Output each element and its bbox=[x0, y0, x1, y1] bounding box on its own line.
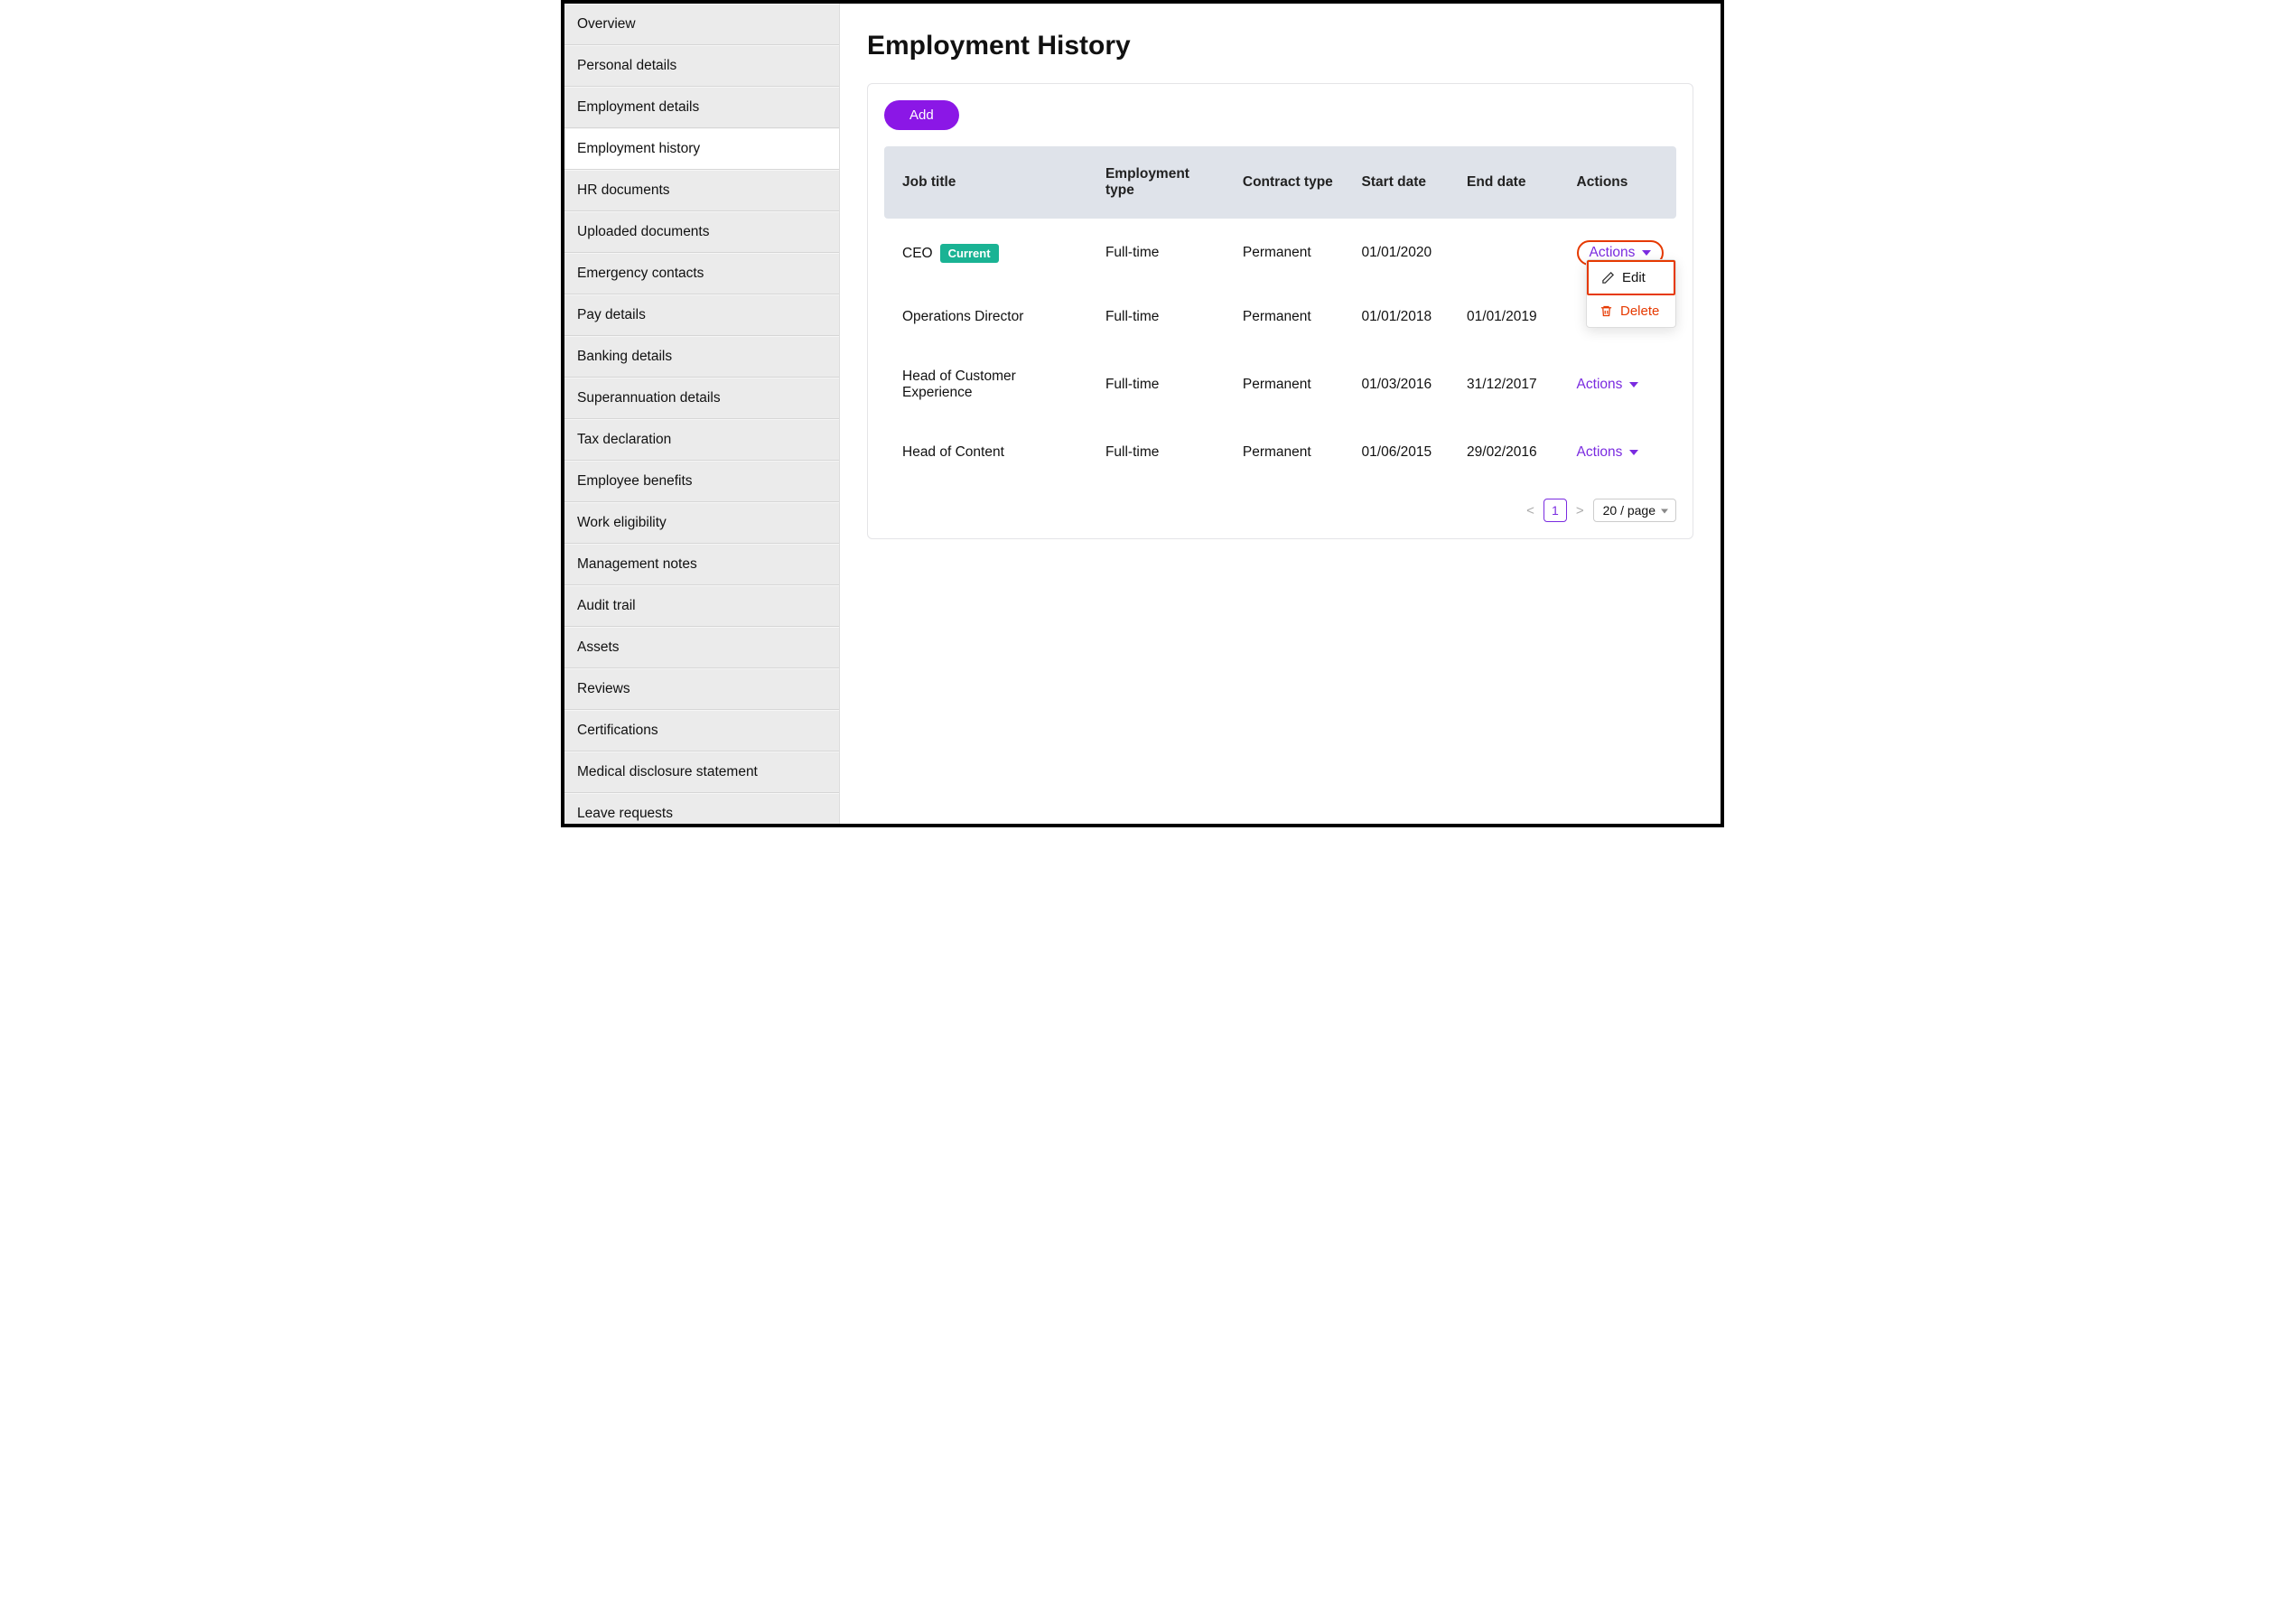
sidebar-item-employment-details[interactable]: Employment details bbox=[564, 87, 839, 128]
pagination: < 1 > 20 / page bbox=[884, 499, 1676, 522]
cell-end-date bbox=[1456, 219, 1566, 287]
cell-contract-type: Permanent bbox=[1232, 287, 1351, 347]
sidebar-item-pay-details[interactable]: Pay details bbox=[564, 294, 839, 336]
pencil-icon bbox=[1601, 271, 1615, 285]
cell-end-date: 31/12/2017 bbox=[1456, 347, 1566, 423]
cell-start-date: 01/06/2015 bbox=[1351, 423, 1456, 482]
cell-start-date: 01/01/2020 bbox=[1351, 219, 1456, 287]
dropdown-delete[interactable]: Delete bbox=[1587, 295, 1675, 327]
cell-actions: Actions bbox=[1566, 347, 1676, 423]
pagination-page-size[interactable]: 20 / page bbox=[1593, 499, 1676, 522]
caret-down-icon bbox=[1629, 382, 1638, 387]
sidebar-item-management-notes[interactable]: Management notes bbox=[564, 544, 839, 585]
cell-end-date: 29/02/2016 bbox=[1456, 423, 1566, 482]
col-actions: Actions bbox=[1566, 146, 1676, 219]
table-row: Operations DirectorFull-timePermanent01/… bbox=[884, 287, 1676, 347]
sidebar-item-employment-history[interactable]: Employment history bbox=[564, 128, 839, 170]
dropdown-edit-label: Edit bbox=[1622, 270, 1646, 285]
main-content: Employment History Add Job title Employm… bbox=[840, 4, 1721, 824]
col-start-date: Start date bbox=[1351, 146, 1456, 219]
sidebar-item-personal-details[interactable]: Personal details bbox=[564, 45, 839, 87]
col-end-date: End date bbox=[1456, 146, 1566, 219]
sidebar-item-emergency-contacts[interactable]: Emergency contacts bbox=[564, 253, 839, 294]
sidebar-item-uploaded-documents[interactable]: Uploaded documents bbox=[564, 211, 839, 253]
job-title-text: Head of Customer Experience bbox=[902, 369, 1016, 400]
table-row: Head of Content Full-timePermanent01/06/2… bbox=[884, 423, 1676, 482]
cell-start-date: 01/03/2016 bbox=[1351, 347, 1456, 423]
cell-employment-type: Full-time bbox=[1095, 423, 1232, 482]
actions-trigger[interactable]: Actions bbox=[1577, 444, 1639, 461]
cell-job-title: CEO Current bbox=[884, 219, 1095, 287]
trash-icon bbox=[1600, 304, 1613, 318]
history-card: Add Job title Employment type Contract t… bbox=[867, 83, 1693, 539]
actions-dropdown: Edit Delete bbox=[1586, 259, 1676, 328]
cell-actions: Actions bbox=[1566, 423, 1676, 482]
sidebar-item-reviews[interactable]: Reviews bbox=[564, 668, 839, 710]
job-title-text: Head of Content bbox=[902, 444, 1004, 460]
actions-label: Actions bbox=[1577, 444, 1623, 461]
sidebar-item-superannuation-details[interactable]: Superannuation details bbox=[564, 378, 839, 419]
pagination-next[interactable]: > bbox=[1576, 503, 1584, 518]
cell-job-title: Head of Customer Experience bbox=[884, 347, 1095, 423]
cell-contract-type: Permanent bbox=[1232, 219, 1351, 287]
cell-job-title: Operations Director bbox=[884, 287, 1095, 347]
sidebar-item-overview[interactable]: Overview bbox=[564, 4, 839, 45]
sidebar-item-tax-declaration[interactable]: Tax declaration bbox=[564, 419, 839, 461]
cell-end-date: 01/01/2019 bbox=[1456, 287, 1566, 347]
cell-job-title: Head of Content bbox=[884, 423, 1095, 482]
job-title-text: CEO bbox=[902, 246, 933, 261]
sidebar-item-leave-requests[interactable]: Leave requests bbox=[564, 793, 839, 824]
col-contract-type: Contract type bbox=[1232, 146, 1351, 219]
sidebar-item-certifications[interactable]: Certifications bbox=[564, 710, 839, 751]
sidebar: OverviewPersonal detailsEmployment detai… bbox=[564, 4, 840, 824]
col-job-title: Job title bbox=[884, 146, 1095, 219]
employment-table: Job title Employment type Contract type … bbox=[884, 146, 1676, 482]
pagination-page-1[interactable]: 1 bbox=[1544, 499, 1567, 522]
current-badge: Current bbox=[940, 244, 999, 263]
sidebar-item-work-eligibility[interactable]: Work eligibility bbox=[564, 502, 839, 544]
page-title: Employment History bbox=[867, 31, 1693, 61]
dropdown-delete-label: Delete bbox=[1620, 303, 1659, 319]
cell-start-date: 01/01/2018 bbox=[1351, 287, 1456, 347]
actions-trigger[interactable]: Actions bbox=[1577, 377, 1639, 393]
col-employment-type: Employment type bbox=[1095, 146, 1232, 219]
actions-label: Actions bbox=[1577, 377, 1623, 393]
cell-contract-type: Permanent bbox=[1232, 347, 1351, 423]
pagination-prev[interactable]: < bbox=[1526, 503, 1534, 518]
sidebar-item-audit-trail[interactable]: Audit trail bbox=[564, 585, 839, 627]
sidebar-item-assets[interactable]: Assets bbox=[564, 627, 839, 668]
caret-down-icon bbox=[1629, 450, 1638, 455]
add-button[interactable]: Add bbox=[884, 100, 959, 130]
caret-down-icon bbox=[1642, 250, 1651, 256]
cell-contract-type: Permanent bbox=[1232, 423, 1351, 482]
cell-employment-type: Full-time bbox=[1095, 219, 1232, 287]
sidebar-item-employee-benefits[interactable]: Employee benefits bbox=[564, 461, 839, 502]
table-row: CEOCurrentFull-timePermanent01/01/2020Ac… bbox=[884, 219, 1676, 287]
sidebar-item-banking-details[interactable]: Banking details bbox=[564, 336, 839, 378]
table-header-row: Job title Employment type Contract type … bbox=[884, 146, 1676, 219]
cell-employment-type: Full-time bbox=[1095, 287, 1232, 347]
sidebar-item-medical-disclosure-statement[interactable]: Medical disclosure statement bbox=[564, 751, 839, 793]
dropdown-edit[interactable]: Edit bbox=[1587, 260, 1675, 295]
cell-employment-type: Full-time bbox=[1095, 347, 1232, 423]
job-title-text: Operations Director bbox=[902, 309, 1023, 324]
table-row: Head of Customer Experience Full-timePerm… bbox=[884, 347, 1676, 423]
sidebar-item-hr-documents[interactable]: HR documents bbox=[564, 170, 839, 211]
